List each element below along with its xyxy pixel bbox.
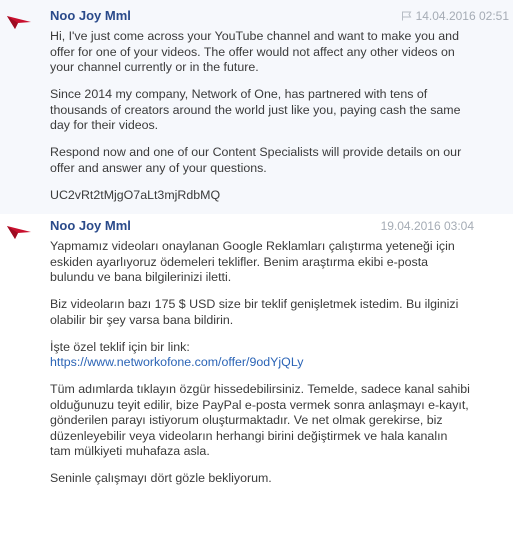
author-name[interactable]: Noo Joy Mml	[50, 8, 131, 23]
timestamp: 19.04.2016 03:04	[380, 219, 474, 233]
message-paragraph: Seninle çalışmayı dört gözle bekliyorum.	[50, 471, 272, 485]
message-meta: 19.04.2016 03:04	[381, 219, 474, 233]
message-body: Hi, I've just come across your YouTube c…	[50, 29, 462, 215]
message-paragraph: Biz videoların bazı 175 $ USD size bir t…	[50, 297, 459, 327]
message-paragraph: Yapmamız videoları onaylanan Google Rekl…	[50, 239, 455, 284]
link-intro: İşte özel teklif için bir link:	[50, 339, 190, 354]
message-paragraph: Tüm adımlarda tıklayın özgür hissedebili…	[50, 382, 470, 458]
message-1: Noo Joy Mml 14.04.2016 02:51 Hi, I've ju…	[0, 0, 513, 214]
message-paragraph: Since 2014 my company, Network of One, h…	[50, 87, 461, 132]
message-body: Yapmamız videoları onaylanan Google Rekl…	[50, 239, 470, 498]
message-paragraph: Hi, I've just come across your YouTube c…	[50, 29, 459, 74]
message-meta: 14.04.2016 02:51	[401, 9, 509, 23]
flag-icon[interactable]	[401, 11, 412, 21]
red-arrow-logo-icon[interactable]	[6, 224, 32, 240]
author-name[interactable]: Noo Joy Mml	[50, 218, 131, 233]
message-2: Noo Joy Mml 19.04.2016 03:04 Yapmamız vi…	[0, 214, 513, 536]
offer-link[interactable]: https://www.networkofone.com/offer/9odYj…	[50, 355, 303, 369]
message-paragraph: UC2vRt2tMjgO7aLt3mjRdbMQ	[50, 187, 221, 202]
timestamp: 14.04.2016 02:51	[415, 9, 509, 23]
message-paragraph: Respond now and one of our Content Speci…	[50, 145, 462, 175]
message-paragraph: İşte özel teklif için bir link: https://…	[50, 340, 470, 371]
red-arrow-logo-icon[interactable]	[6, 14, 32, 30]
